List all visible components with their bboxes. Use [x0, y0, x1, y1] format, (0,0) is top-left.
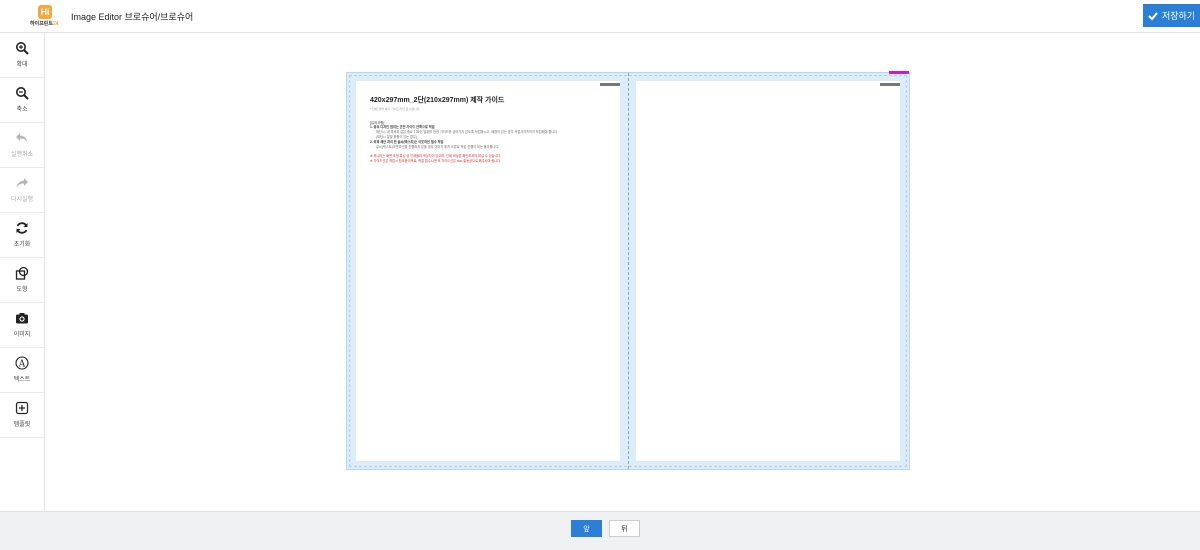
- brand-logo[interactable]: Hi 하이프린트24: [30, 5, 66, 29]
- guide-warning: ※ 가이드선은 작업시 참조용이므로, 작업 접수시엔 꼭 가이드선은 non-…: [370, 159, 502, 163]
- tool-label: 이미지: [13, 332, 31, 338]
- page-right[interactable]: [636, 81, 900, 461]
- shape-icon: [15, 266, 29, 280]
- brochure-spread[interactable]: 420x297mm_2단(210x297mm) 제작 가이드 * 인쇄 영역 예…: [346, 71, 910, 470]
- page-nav-footer: 앞 뒤: [0, 511, 1200, 550]
- text-icon: A: [15, 356, 29, 370]
- guide-title: 420x297mm_2단(210x297mm) 제작 가이드: [370, 97, 505, 104]
- zoom-out-icon: [16, 87, 29, 100]
- back-page-button[interactable]: 뒤: [609, 520, 640, 537]
- template-icon: [15, 401, 29, 415]
- camera-icon: [16, 313, 28, 324]
- text-button[interactable]: A 텍스트: [0, 348, 44, 393]
- check-icon: [1148, 11, 1158, 20]
- tool-label: 확대: [16, 62, 28, 68]
- svg-text:A: A: [18, 360, 26, 370]
- logo-text: 하이프린트24: [30, 21, 59, 27]
- tool-label: 도형: [16, 287, 28, 293]
- template-button[interactable]: 템플릿: [0, 393, 44, 438]
- redo-icon: [16, 178, 28, 188]
- redo-button[interactable]: 다시실행: [0, 168, 44, 213]
- guide-subtitle: * 인쇄 영역 예시 가이드라인 표시됩니다.: [370, 107, 421, 111]
- zoom-in-icon: [16, 42, 29, 55]
- front-page-button[interactable]: 앞: [571, 520, 602, 537]
- page-left[interactable]: 420x297mm_2단(210x297mm) 제작 가이드 * 인쇄 영역 예…: [356, 81, 620, 461]
- save-button-label: 저장하기: [1161, 11, 1196, 21]
- page-tag: [600, 83, 620, 86]
- undo-icon: [16, 133, 28, 143]
- tool-label: 다시실행: [10, 197, 34, 203]
- refresh-icon: [16, 222, 28, 234]
- tool-label: 초기화: [13, 242, 31, 248]
- corner-marker: [889, 71, 909, 74]
- reset-button[interactable]: 초기화: [0, 213, 44, 258]
- image-button[interactable]: 이미지: [0, 303, 44, 348]
- undo-button[interactable]: 실행취소: [0, 123, 44, 168]
- zoom-out-button[interactable]: 축소: [0, 78, 44, 123]
- tool-label: 텍스트: [13, 377, 31, 383]
- save-button[interactable]: 저장하기: [1143, 4, 1200, 27]
- shape-button[interactable]: 도형: [0, 258, 44, 303]
- page-tag: [880, 83, 900, 86]
- zoom-in-button[interactable]: 확대: [0, 33, 44, 78]
- production-guide: 420x297mm_2단(210x297mm) 제작 가이드 * 인쇄 영역 예…: [370, 95, 610, 164]
- tool-label: 축소: [16, 107, 28, 113]
- tool-sidebar: 확대 축소 실행취소 다시실행 초기화 도형 이미지 A 텍스트 템플릿: [0, 33, 45, 511]
- tool-label: 실행취소: [10, 152, 34, 158]
- logo-mark: Hi: [38, 5, 52, 19]
- app-header: Hi 하이프린트24 Image Editor 브로슈어/브로슈어 저장하기: [0, 0, 1200, 33]
- page-title: Image Editor 브로슈어/브로슈어: [71, 12, 194, 22]
- tool-label: 템플릿: [13, 422, 31, 428]
- fold-line: [628, 73, 629, 469]
